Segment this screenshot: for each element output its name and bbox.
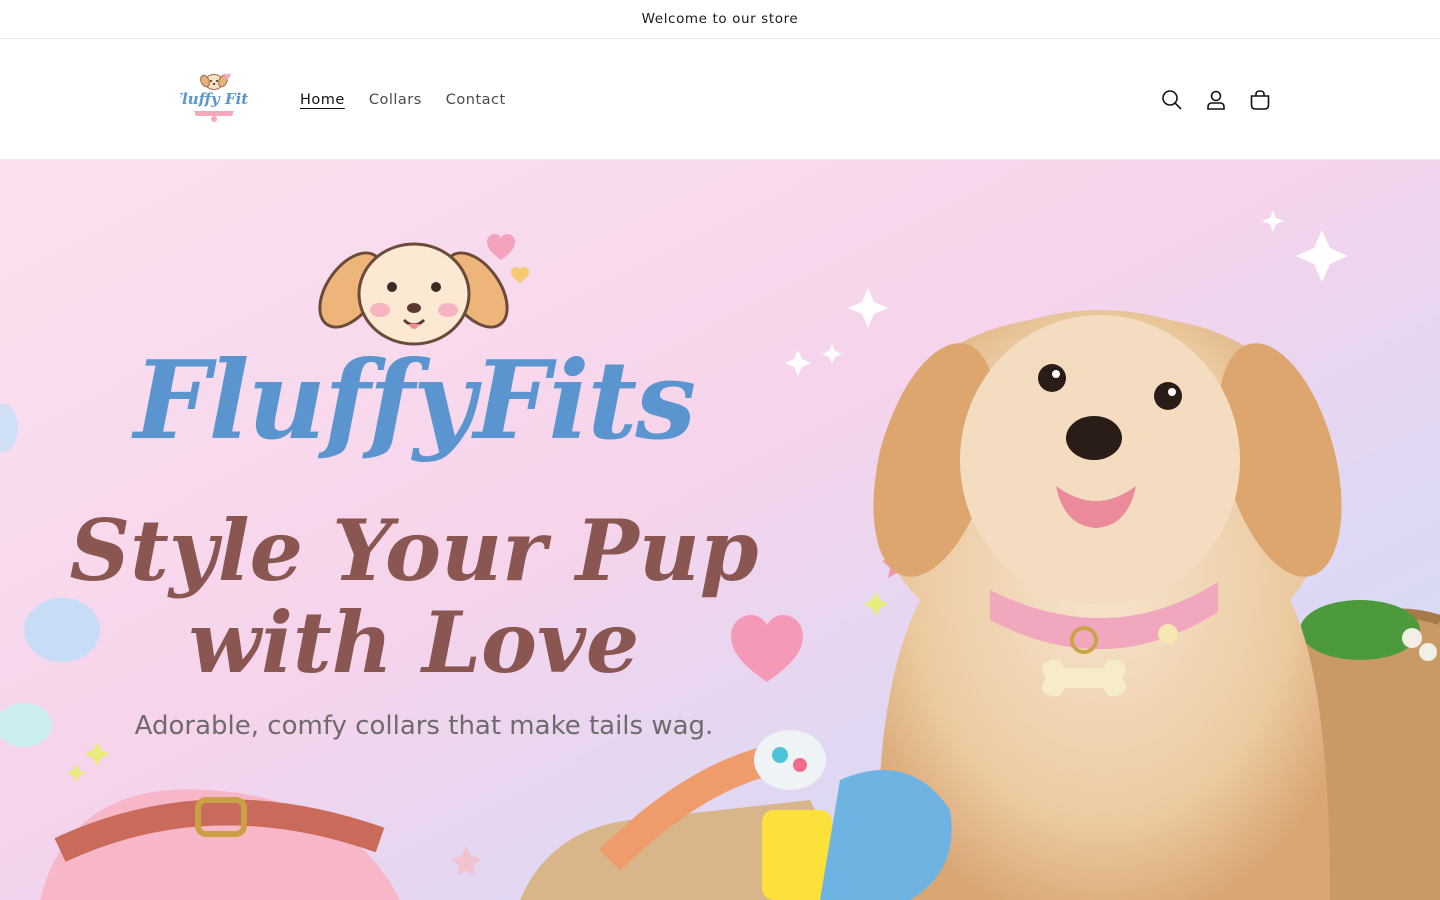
hero-brand-word-fluffy: Fluffy — [131, 338, 482, 464]
announcement-text: Welcome to our store — [641, 11, 799, 27]
hero-brand-word-fits: Fits — [471, 338, 695, 464]
account-icon[interactable] — [1200, 84, 1232, 116]
hero-tagline: Adorable, comfy collars that make tails … — [135, 711, 714, 741]
cart-icon[interactable] — [1244, 84, 1276, 116]
search-icon[interactable] — [1156, 84, 1188, 116]
hero-banner[interactable]: FluffyFits Style Your Pup with Love Ador… — [0, 160, 1440, 900]
site-header: Fluffy Fits Home Collars Contact — [0, 39, 1440, 160]
site-logo[interactable]: Fluffy Fits — [170, 69, 257, 131]
hero-headline-line-2: with Love — [189, 593, 640, 692]
cloud-shape — [24, 598, 100, 662]
hero-headline-line-1: Style Your Pup — [69, 501, 758, 600]
nav-link-home[interactable]: Home — [288, 84, 357, 116]
nav-link-contact[interactable]: Contact — [434, 84, 518, 116]
logo-brand-text: Fluffy Fits — [180, 90, 248, 108]
nav-link-collars[interactable]: Collars — [357, 84, 434, 116]
logo-mark: Fluffy Fits — [170, 73, 257, 122]
main-nav: Home Collars Contact — [288, 39, 518, 160]
svg-text:FluffyFits: FluffyFits — [131, 338, 694, 464]
hero-image: FluffyFits Style Your Pup with Love Ador… — [0, 160, 1440, 900]
header-icons — [1156, 39, 1276, 160]
announcement-bar: Welcome to our store — [0, 0, 1440, 39]
